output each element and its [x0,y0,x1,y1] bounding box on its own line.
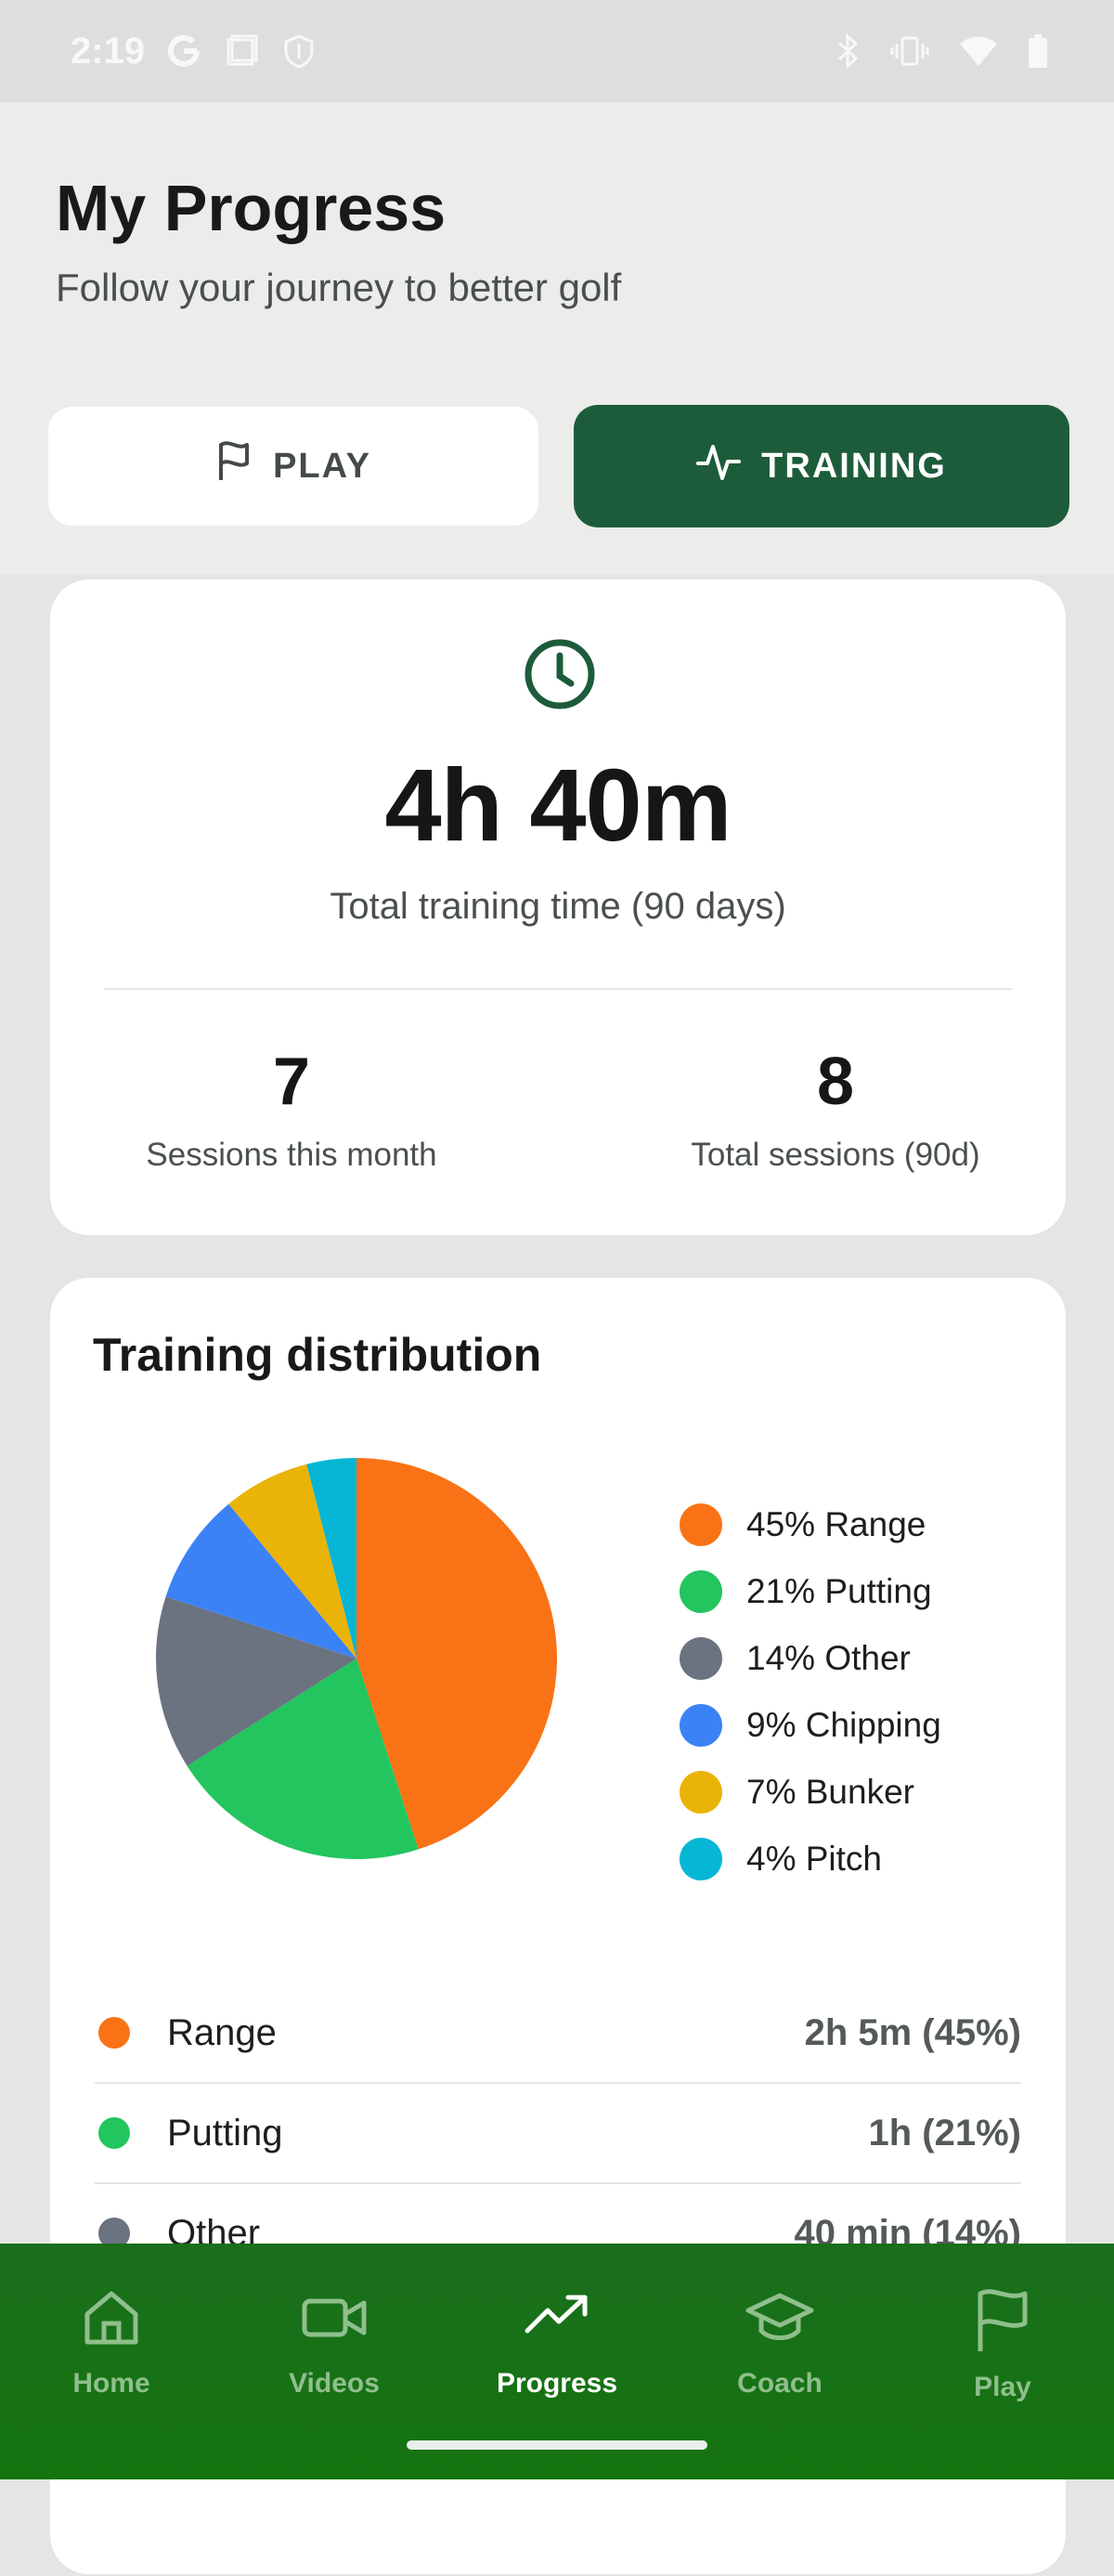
page-title: My Progress [56,172,447,244]
sessions-total-label: Total sessions (90d) [691,1137,980,1173]
trending-up-icon [464,2286,650,2349]
home-indicator[interactable] [407,2440,707,2450]
legend-dot [680,1637,722,1680]
category-value: 2h 5m (45%) [804,2011,1021,2053]
screenshot-icon [223,33,260,70]
total-training-time: 4h 40m [384,748,732,863]
google-icon [165,33,202,70]
legend-item: 14% Other [680,1625,941,1692]
legend-dot [680,1570,722,1613]
divider [104,988,1012,990]
graduation-cap-icon [687,2286,873,2349]
legend-label: 14% Other [746,1639,911,1677]
distribution-list: Range 2h 5m (45%) Putting 1h (21%) Other… [95,1984,1021,2284]
video-icon [241,2286,427,2349]
legend-item: 45% Range [680,1491,941,1558]
tab-play-label: PLAY [273,446,371,486]
legend-label: 7% Bunker [746,1773,914,1811]
legend-label: 21% Putting [746,1572,932,1610]
legend-item: 7% Bunker [680,1759,941,1826]
category-name: Range [167,2011,277,2053]
list-item[interactable]: Range 2h 5m (45%) [95,1984,1021,2084]
legend-dot [680,1838,722,1880]
total-training-time-label: Total training time (90 days) [330,886,786,927]
legend-label: 45% Range [746,1505,926,1543]
nav-label: Coach [737,2368,823,2399]
nav-label: Play [974,2372,1031,2402]
status-bar: 2:19 [0,0,1114,102]
nav-label: Home [72,2368,150,2399]
nav-item-videos[interactable]: Videos [241,2286,427,2400]
tab-training-label: TRAINING [761,446,947,486]
legend-item: 4% Pitch [680,1826,941,1893]
vibrate-icon [889,33,930,70]
nav-item-coach[interactable]: Coach [687,2286,873,2400]
bluetooth-icon [834,33,861,70]
legend-item: 21% Putting [680,1558,941,1625]
sessions-total-stat: 8 Total sessions (90d) [594,1044,1077,1174]
category-dot [98,2117,130,2149]
activity-icon [696,441,742,491]
sessions-month-stat: 7 Sessions this month [50,1044,533,1174]
tab-training[interactable]: TRAINING [574,405,1069,527]
chart-legend: 45% Range 21% Putting 14% Other 9% Chipp… [680,1491,941,1893]
page-header: My Progress Follow your journey to bette… [0,102,1114,574]
legend-dot [680,1704,722,1747]
home-icon [19,2286,204,2349]
page-subtitle: Follow your journey to better golf [56,266,622,309]
status-time: 2:19 [71,30,146,72]
nav-item-home[interactable]: Home [19,2286,204,2400]
flag-icon [215,441,253,491]
legend-dot [680,1503,722,1546]
category-dot [98,2017,130,2049]
distribution-title: Training distribution [93,1329,542,1381]
nav-item-progress[interactable]: Progress [464,2286,650,2400]
legend-label: 4% Pitch [746,1840,883,1878]
battery-icon [1027,33,1049,70]
category-value: 1h (21%) [868,2112,1022,2153]
shield-icon [280,33,317,70]
sessions-total-value: 8 [816,1045,855,1119]
legend-label: 9% Chipping [746,1706,941,1744]
sessions-month-label: Sessions this month [146,1137,437,1173]
training-summary-card: 4h 40m Total training time (90 days) 7 S… [48,578,1068,1237]
category-name: Putting [167,2112,283,2153]
legend-item: 9% Chipping [680,1692,941,1759]
nav-label: Videos [289,2368,380,2399]
clock-icon [523,637,597,716]
list-item[interactable]: Putting 1h (21%) [95,2084,1021,2184]
legend-dot [680,1771,722,1814]
sessions-month-value: 7 [272,1045,311,1119]
wifi-icon [958,33,999,70]
flag-icon [910,2286,1095,2353]
nav-item-play[interactable]: Play [910,2286,1095,2403]
tab-play[interactable]: PLAY [48,407,538,526]
pie-chart [156,1458,557,1859]
nav-label: Progress [496,2368,618,2399]
